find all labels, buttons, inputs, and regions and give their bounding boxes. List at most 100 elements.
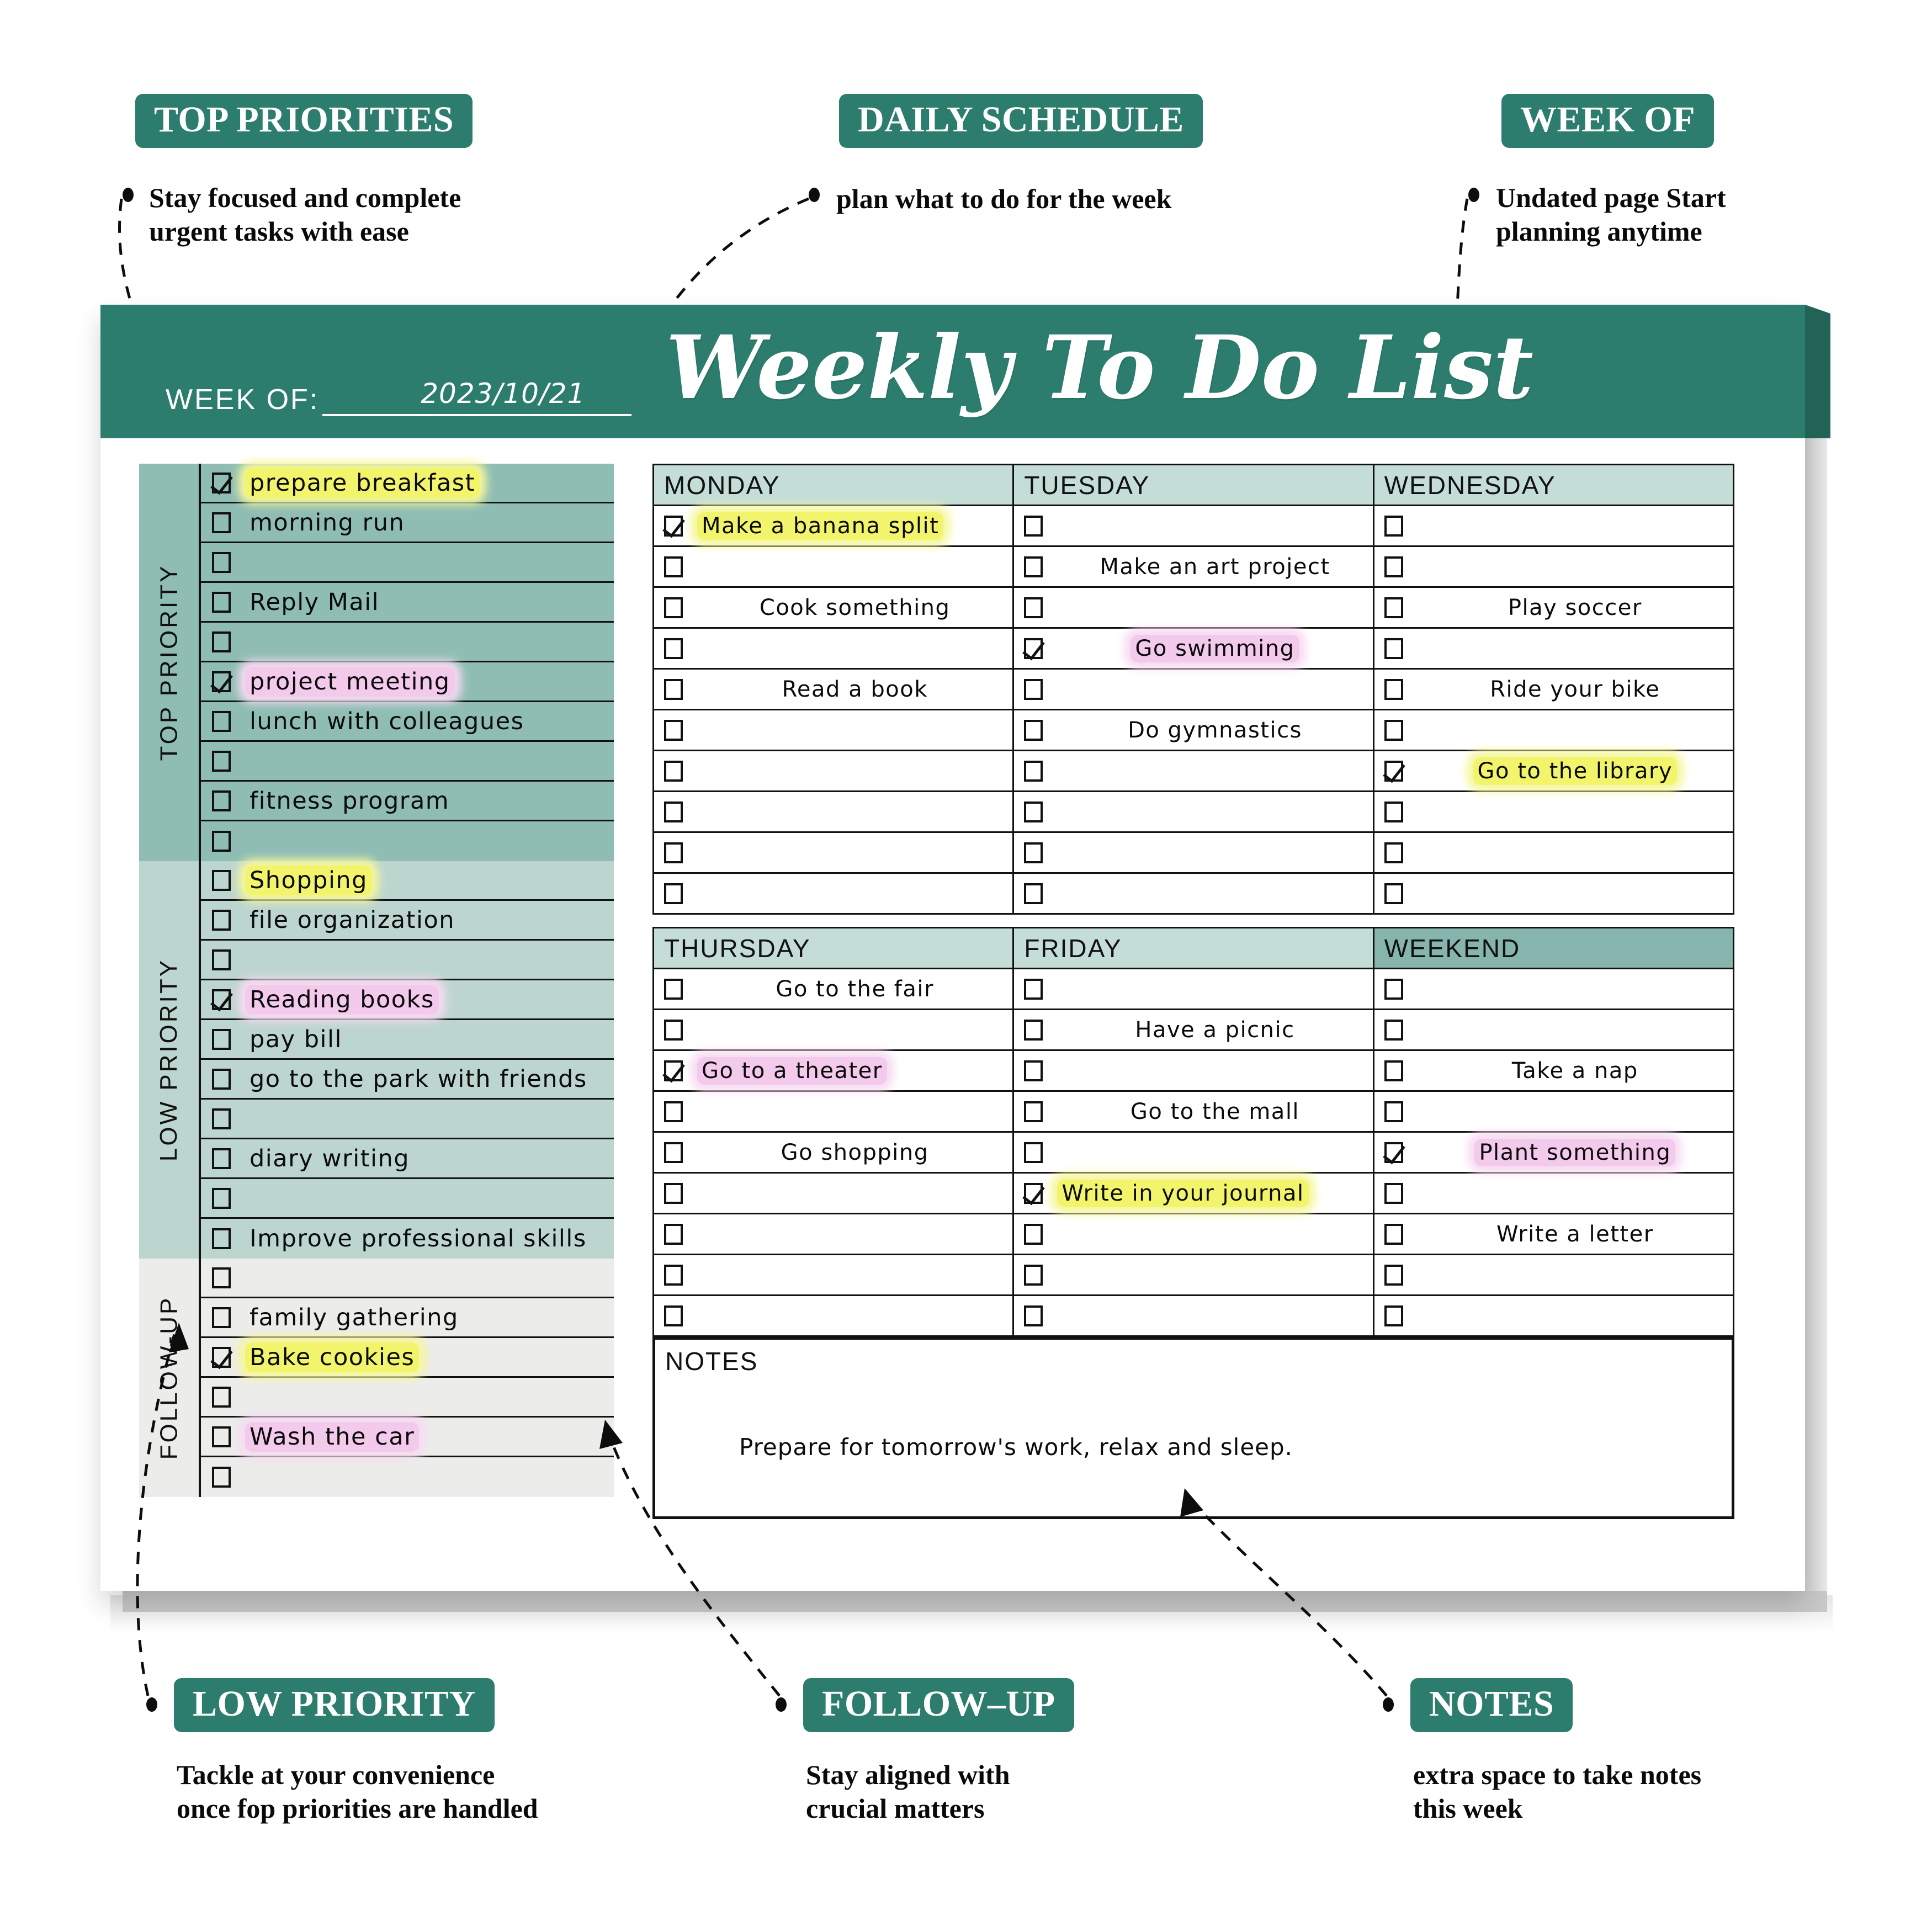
schedule-cell[interactable]: [652, 750, 1015, 792]
schedule-cell[interactable]: [1012, 668, 1374, 710]
schedule-cell[interactable]: Have a picnic: [1012, 1009, 1374, 1051]
checkbox-icon[interactable]: [664, 638, 683, 659]
checkbox-icon[interactable]: [1024, 1223, 1043, 1245]
priority-row[interactable]: pay bill: [201, 1020, 614, 1060]
priority-row[interactable]: [201, 821, 614, 861]
schedule-cell[interactable]: [652, 1294, 1015, 1337]
checkbox-icon[interactable]: [1024, 978, 1043, 1000]
priority-row[interactable]: diary writing: [201, 1139, 614, 1179]
checkbox-icon[interactable]: [664, 1305, 683, 1326]
checkbox-icon[interactable]: [1384, 597, 1403, 618]
checkbox-icon[interactable]: [1024, 1060, 1043, 1081]
checkbox-icon[interactable]: [1024, 678, 1043, 700]
schedule-cell[interactable]: [1372, 1254, 1735, 1296]
schedule-cell[interactable]: Cook something: [652, 586, 1015, 629]
checkbox-icon[interactable]: [212, 831, 231, 852]
checkbox-icon[interactable]: [212, 1068, 231, 1090]
schedule-cell[interactable]: [1012, 1049, 1374, 1092]
schedule-cell[interactable]: [1372, 709, 1735, 751]
priority-row[interactable]: [201, 742, 614, 782]
checkbox-checked-icon[interactable]: [664, 1060, 683, 1081]
checkbox-icon[interactable]: [212, 1108, 231, 1129]
priority-row[interactable]: Bake cookies: [201, 1338, 614, 1378]
priority-row[interactable]: go to the park with friends: [201, 1060, 614, 1100]
schedule-cell[interactable]: Go to the mall: [1012, 1090, 1374, 1133]
checkbox-icon[interactable]: [212, 1228, 231, 1249]
checkbox-icon[interactable]: [1024, 515, 1043, 537]
checkbox-icon[interactable]: [1384, 678, 1403, 700]
priority-row[interactable]: [201, 543, 614, 583]
checkbox-checked-icon[interactable]: [212, 671, 231, 692]
schedule-cell[interactable]: [1012, 968, 1374, 1010]
schedule-cell[interactable]: Make a banana split: [652, 505, 1015, 547]
checkbox-icon[interactable]: [212, 512, 231, 533]
schedule-cell[interactable]: Make an art project: [1012, 545, 1374, 588]
checkbox-icon[interactable]: [664, 1019, 683, 1041]
schedule-cell[interactable]: [1372, 1009, 1735, 1051]
schedule-cell[interactable]: [1372, 627, 1735, 670]
checkbox-icon[interactable]: [664, 1101, 683, 1122]
schedule-cell[interactable]: Write a letter: [1372, 1213, 1735, 1255]
checkbox-checked-icon[interactable]: [212, 1346, 231, 1368]
checkbox-checked-icon[interactable]: [664, 515, 683, 537]
schedule-cell[interactable]: [652, 1254, 1015, 1296]
checkbox-icon[interactable]: [1024, 597, 1043, 618]
checkbox-icon[interactable]: [1024, 1101, 1043, 1122]
priority-row[interactable]: file organization: [201, 901, 614, 941]
checkbox-icon[interactable]: [212, 591, 231, 613]
checkbox-icon[interactable]: [1384, 1305, 1403, 1326]
checkbox-icon[interactable]: [1024, 1142, 1043, 1163]
checkbox-icon[interactable]: [1384, 515, 1403, 537]
checkbox-icon[interactable]: [1024, 1305, 1043, 1326]
schedule-cell[interactable]: Take a nap: [1372, 1049, 1735, 1092]
schedule-cell[interactable]: Go to the library: [1372, 750, 1735, 792]
checkbox-icon[interactable]: [1024, 760, 1043, 782]
schedule-cell[interactable]: [1372, 831, 1735, 874]
priority-row[interactable]: morning run: [201, 503, 614, 543]
checkbox-icon[interactable]: [1384, 978, 1403, 1000]
schedule-cell[interactable]: [1372, 1090, 1735, 1133]
schedule-cell[interactable]: [1012, 505, 1374, 547]
schedule-cell[interactable]: [1372, 968, 1735, 1010]
checkbox-icon[interactable]: [664, 678, 683, 700]
schedule-cell[interactable]: [1372, 872, 1735, 915]
schedule-cell[interactable]: [652, 1009, 1015, 1051]
schedule-cell[interactable]: [1012, 1254, 1374, 1296]
checkbox-icon[interactable]: [1384, 1019, 1403, 1041]
checkbox-icon[interactable]: [1384, 1264, 1403, 1286]
priority-row[interactable]: Shopping: [201, 861, 614, 901]
schedule-cell[interactable]: [652, 709, 1015, 751]
schedule-cell[interactable]: Go shopping: [652, 1131, 1015, 1174]
priority-row[interactable]: Improve professional skills: [201, 1219, 614, 1259]
checkbox-icon[interactable]: [664, 978, 683, 1000]
checkbox-icon[interactable]: [212, 750, 231, 772]
schedule-cell[interactable]: [1012, 1213, 1374, 1255]
priority-row[interactable]: [201, 1378, 614, 1418]
checkbox-icon[interactable]: [212, 1148, 231, 1169]
schedule-cell[interactable]: Play soccer: [1372, 586, 1735, 629]
schedule-cell[interactable]: [652, 627, 1015, 670]
priority-row[interactable]: [201, 1100, 614, 1139]
priority-row[interactable]: Wash the car: [201, 1418, 614, 1457]
priority-row[interactable]: prepare breakfast: [201, 464, 614, 503]
notes-box[interactable]: NOTES Prepare for tomorrow's work, relax…: [652, 1337, 1734, 1519]
schedule-cell[interactable]: [652, 872, 1015, 915]
checkbox-icon[interactable]: [664, 842, 683, 863]
schedule-cell[interactable]: [1372, 505, 1735, 547]
priority-row[interactable]: [201, 1259, 614, 1298]
checkbox-checked-icon[interactable]: [1384, 760, 1403, 782]
schedule-cell[interactable]: [1012, 750, 1374, 792]
priority-row[interactable]: [201, 623, 614, 662]
schedule-cell[interactable]: [1372, 790, 1735, 833]
checkbox-icon[interactable]: [1384, 556, 1403, 577]
checkbox-icon[interactable]: [212, 551, 231, 573]
priority-row[interactable]: Reading books: [201, 980, 614, 1020]
checkbox-icon[interactable]: [664, 1182, 683, 1204]
checkbox-icon[interactable]: [212, 1187, 231, 1209]
checkbox-icon[interactable]: [1024, 719, 1043, 741]
checkbox-icon[interactable]: [1384, 883, 1403, 904]
schedule-cell[interactable]: [1012, 1131, 1374, 1174]
checkbox-icon[interactable]: [212, 1307, 231, 1328]
schedule-cell[interactable]: [1372, 1172, 1735, 1214]
checkbox-icon[interactable]: [212, 1467, 231, 1488]
